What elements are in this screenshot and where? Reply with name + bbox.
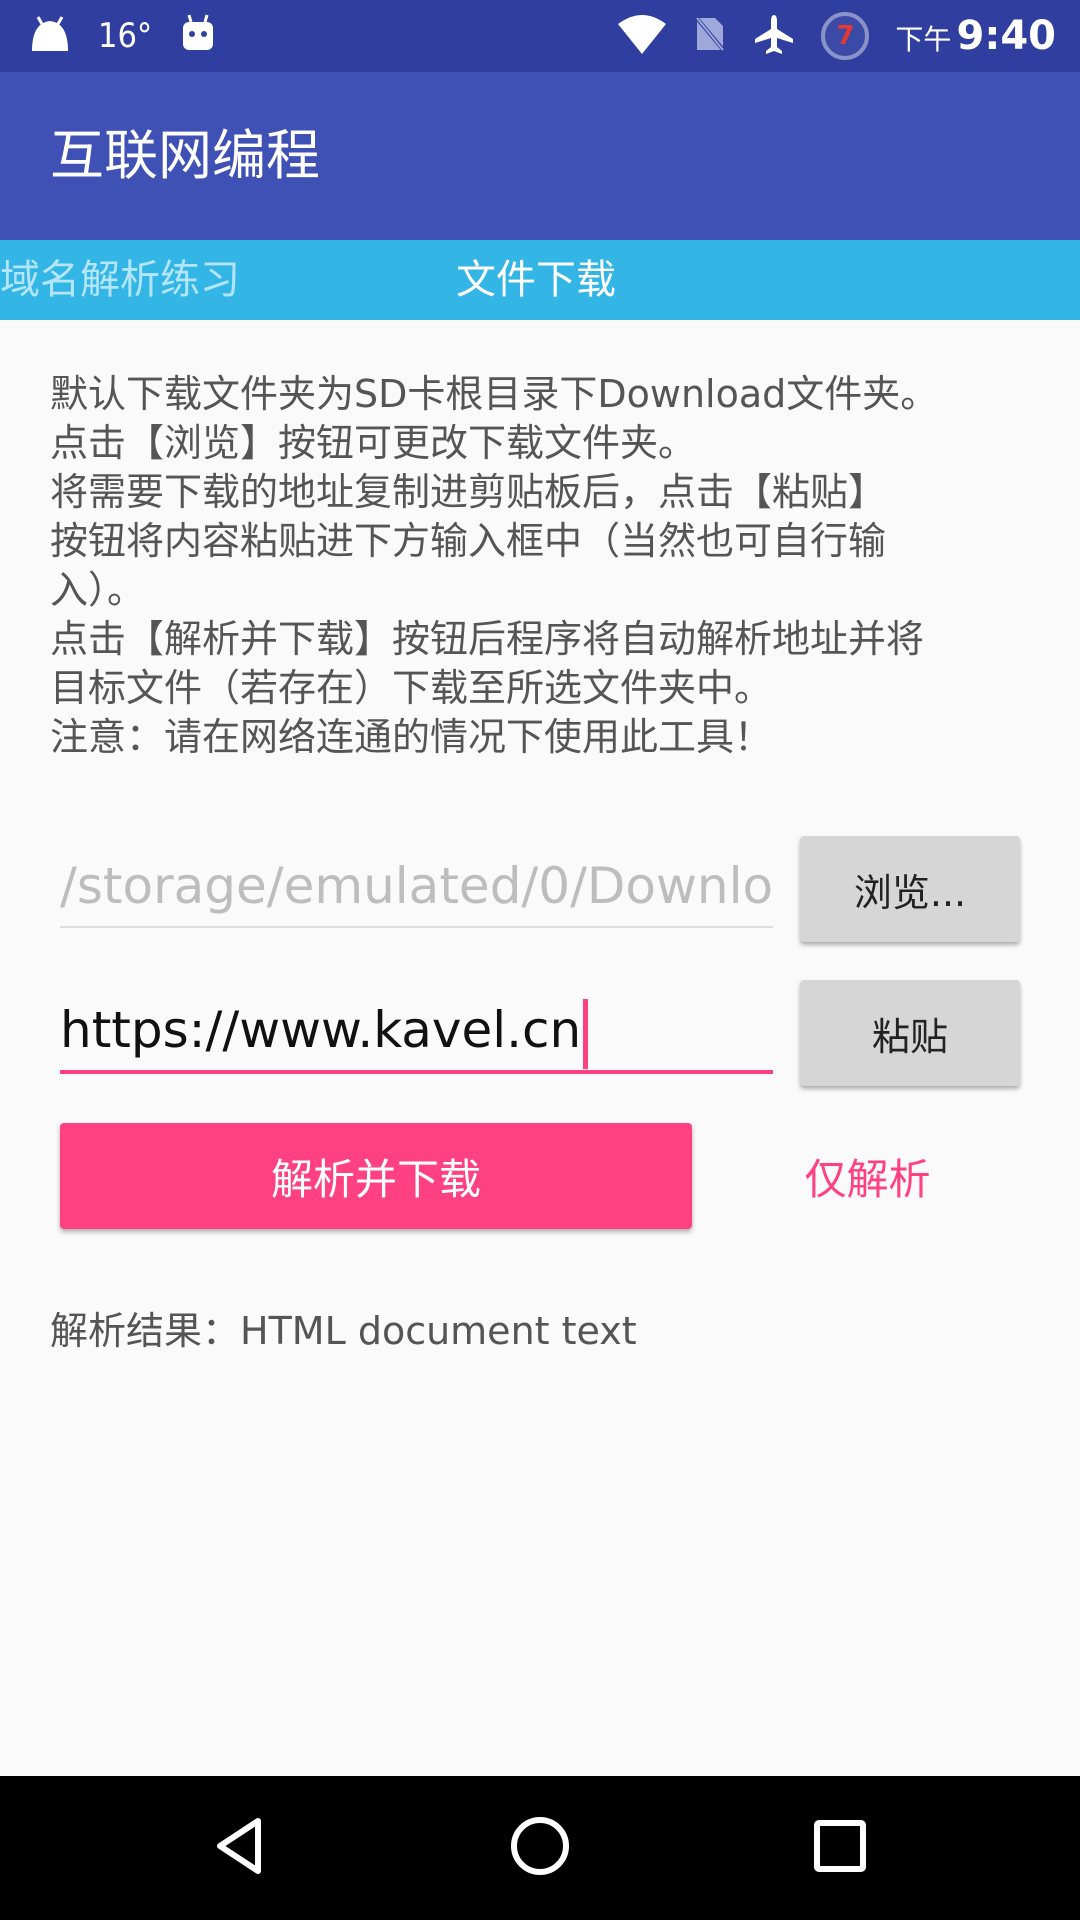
app-bar: 互联网编程 — [0, 72, 1080, 240]
notification-badge: 7 — [821, 12, 870, 60]
text-cursor — [583, 998, 589, 1069]
home-button[interactable] — [460, 1776, 620, 1920]
tab-dns-practice[interactable]: 域名解析练习 — [0, 240, 240, 320]
instructions-text: 默认下载文件夹为SD卡根目录下Download文件夹。 点击【浏览】按钮可更改下… — [50, 370, 1030, 762]
instruction-line: 目标文件（若存在）下载至所选文件夹中。 — [50, 666, 773, 710]
robot-icon — [180, 14, 216, 58]
recent-apps-icon — [812, 1818, 868, 1878]
navigation-bar — [0, 1776, 1080, 1920]
airplane-icon — [753, 13, 795, 59]
instruction-line: 点击【浏览】按钮可更改下载文件夹。 — [50, 421, 697, 465]
paste-button[interactable]: 粘贴 — [800, 980, 1020, 1086]
instruction-line: 入）。 — [50, 568, 146, 612]
parse-and-download-button[interactable]: 解析并下载 — [60, 1123, 692, 1229]
tab-file-download[interactable]: 文件下载 — [456, 240, 616, 320]
download-folder-value: /storage/emulated/0/Download — [60, 857, 773, 915]
url-input-value: https://www.kavel.cn — [60, 1001, 582, 1059]
instruction-line: 将需要下载的地址复制进剪贴板后，点击【粘贴】 — [50, 470, 887, 514]
no-sim-icon — [693, 14, 727, 58]
instruction-line: 点击【解析并下载】按钮后程序将自动解析地址并将 — [50, 617, 925, 661]
clock-period: 下午 — [895, 23, 952, 56]
parse-only-button[interactable]: 仅解析 — [780, 1123, 955, 1229]
recent-apps-button[interactable] — [760, 1776, 920, 1920]
back-button[interactable] — [160, 1776, 320, 1920]
tab-bar: 域名解析练习 文件下载 — [0, 240, 1080, 320]
instruction-line: 注意：请在网络连通的情况下使用此工具！ — [50, 715, 773, 759]
wifi-icon — [617, 14, 667, 58]
instruction-line: 默认下载文件夹为SD卡根目录下Download文件夹。 — [50, 372, 939, 416]
url-input[interactable]: https://www.kavel.cn — [60, 990, 773, 1074]
temperature-text: 16° — [98, 16, 153, 56]
back-icon — [210, 1815, 270, 1881]
android-icon — [30, 15, 70, 57]
download-folder-field[interactable]: /storage/emulated/0/Download — [60, 846, 773, 928]
instruction-line: 按钮将内容粘贴进下方输入框中（当然也可自行输 — [50, 519, 887, 563]
home-icon — [509, 1815, 571, 1881]
clock: 下午 9:40 — [895, 13, 1056, 59]
clock-time: 9:40 — [956, 13, 1057, 59]
app-title: 互联网编程 — [50, 124, 320, 187]
parse-result-text: 解析结果：HTML document text — [50, 1309, 637, 1353]
status-bar: 16° 7 下午 9:40 — [0, 0, 1080, 72]
browse-button[interactable]: 浏览... — [800, 836, 1020, 942]
